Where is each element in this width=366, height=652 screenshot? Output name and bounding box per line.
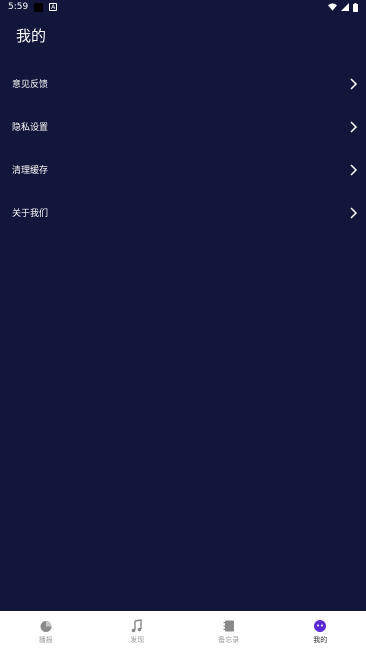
a-notification-icon: A bbox=[49, 3, 58, 11]
chevron-right-icon bbox=[350, 120, 358, 133]
tab-label: 播报 bbox=[38, 635, 53, 644]
chevron-right-icon bbox=[350, 77, 358, 90]
tab-broadcast[interactable]: 播报 bbox=[0, 611, 92, 652]
chart-icon bbox=[40, 620, 52, 632]
battery-icon bbox=[353, 2, 358, 12]
menu-item-label: 关于我们 bbox=[12, 209, 49, 219]
chevron-right-icon bbox=[350, 206, 358, 219]
menu-item-privacy[interactable]: 隐私设置 bbox=[0, 105, 366, 148]
settings-menu: 意见反馈 隐私设置 清理缓存 关于我们 bbox=[0, 62, 366, 234]
tab-label: 发现 bbox=[130, 635, 145, 644]
signal-icon bbox=[341, 3, 349, 11]
menu-item-label: 清理缓存 bbox=[12, 166, 49, 176]
tab-mine[interactable]: 我的 bbox=[275, 611, 366, 652]
menu-item-label: 意见反馈 bbox=[12, 80, 49, 90]
status-bar: 5:59 A bbox=[0, 0, 366, 14]
menu-item-feedback[interactable]: 意见反馈 bbox=[0, 62, 366, 105]
tab-label: 我的 bbox=[313, 635, 328, 644]
menu-item-about[interactable]: 关于我们 bbox=[0, 191, 366, 234]
chevron-right-icon bbox=[350, 163, 358, 176]
tab-memo[interactable]: 备忘录 bbox=[183, 611, 275, 652]
page-title: 我的 bbox=[16, 27, 47, 45]
music-icon bbox=[131, 618, 142, 632]
status-right bbox=[328, 2, 358, 12]
tab-label: 备忘录 bbox=[218, 635, 240, 644]
notebook-icon bbox=[223, 620, 234, 631]
notification-icon bbox=[34, 2, 44, 12]
profile-icon bbox=[314, 619, 327, 632]
menu-item-label: 隐私设置 bbox=[12, 123, 49, 133]
menu-item-clear-cache[interactable]: 清理缓存 bbox=[0, 148, 366, 191]
tab-discover[interactable]: 发现 bbox=[92, 611, 184, 652]
status-time: 5:59 bbox=[8, 2, 29, 12]
wifi-icon bbox=[328, 3, 337, 11]
status-left: 5:59 A bbox=[8, 2, 58, 12]
bottom-nav: 播报 发现 备忘录 我的 bbox=[0, 611, 366, 652]
